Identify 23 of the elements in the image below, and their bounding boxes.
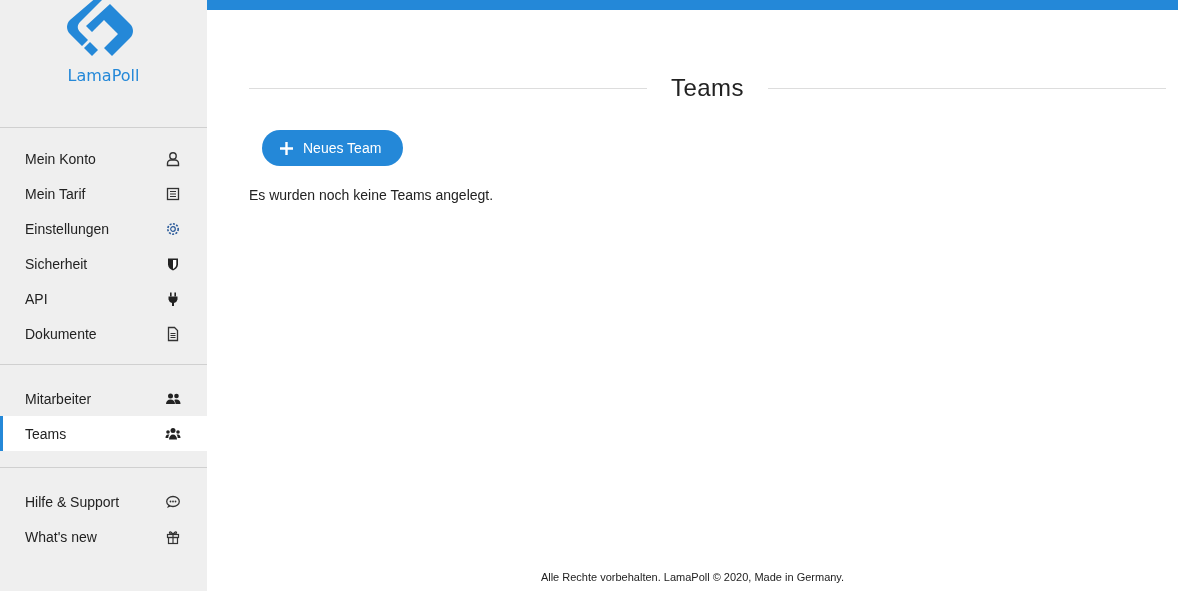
group-icon <box>165 425 181 442</box>
sidebar-item[interactable]: Einstellungen <box>0 211 207 246</box>
sidebar-item[interactable]: Mitarbeiter <box>0 381 207 416</box>
gear-icon <box>165 220 181 237</box>
receipt-icon <box>165 185 181 202</box>
sidebar-item[interactable]: Dokumente <box>0 316 207 351</box>
sidebar-item[interactable]: Hilfe & Support <box>0 484 207 519</box>
logo-text: LamaPoll <box>67 66 140 85</box>
sidebar-item[interactable]: API <box>0 281 207 316</box>
sidebar-item[interactable]: What's new <box>0 519 207 554</box>
user-icon <box>165 150 181 167</box>
plus-icon <box>280 141 293 155</box>
sidebar-item[interactable]: Sicherheit <box>0 246 207 281</box>
sidebar-item[interactable]: Teams <box>0 416 207 451</box>
new-team-button[interactable]: Neues Team <box>262 130 404 166</box>
gift-icon <box>165 528 181 545</box>
chat-icon <box>165 493 181 510</box>
sidebar-item[interactable]: Mein Tarif <box>0 176 207 211</box>
footer-text: Alle Rechte vorbehalten. LamaPoll © 2020, Made in Germany. <box>540 571 845 583</box>
empty-message: Es wurden noch keine Teams angelegt. <box>249 187 495 203</box>
sidebar-item[interactable]: Mein Konto <box>0 141 207 176</box>
page-title: Teams <box>670 74 745 102</box>
document-icon <box>165 325 181 342</box>
